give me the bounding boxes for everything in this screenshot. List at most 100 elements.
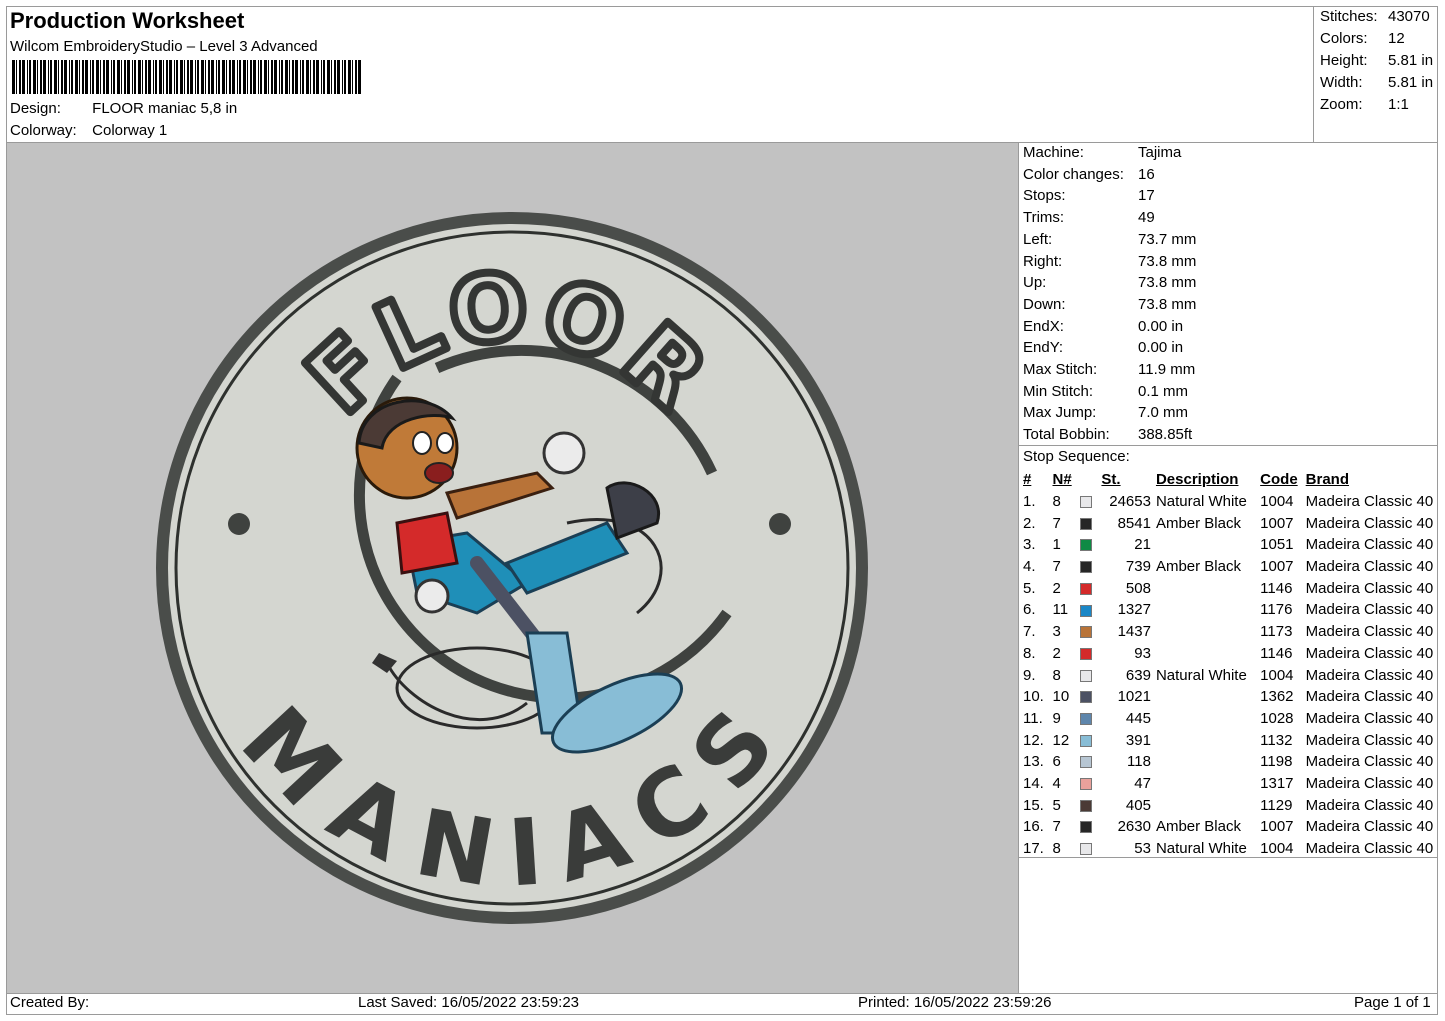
barcode-bar xyxy=(321,60,322,94)
barcode-bar xyxy=(250,60,252,94)
table-row: 9. 8 639 Natural White 1004 Madeira Classic 4… xyxy=(1020,664,1445,686)
machine-info-label: Machine: xyxy=(1023,144,1084,161)
row-swatch xyxy=(1079,838,1101,860)
barcode-bar xyxy=(75,60,78,94)
barcode-bar xyxy=(27,60,28,94)
machine-info-label: Min Stitch: xyxy=(1023,382,1094,400)
column-header-index: # xyxy=(1023,471,1032,489)
barcode-bar xyxy=(124,60,126,94)
barcode-bar xyxy=(229,60,231,94)
barcode-bar xyxy=(264,60,267,94)
row-needle: 8 xyxy=(1052,666,1061,684)
row-code: 1176 xyxy=(1260,601,1293,619)
row-brand: Madeira Classic 40 xyxy=(1305,796,1434,814)
colorway-row: Colorway: Colorway 1 xyxy=(10,122,167,139)
row-swatch xyxy=(1079,816,1101,838)
row-code: 1004 xyxy=(1260,840,1294,858)
color-swatch xyxy=(1079,821,1092,834)
barcode-bar xyxy=(33,60,36,94)
summary-colors: Colors: 12 xyxy=(1320,30,1405,47)
table-row: 8. 2 93 1146 Madeira Classic 40 xyxy=(1020,643,1445,665)
row-swatch xyxy=(1079,577,1101,599)
barcode-bar xyxy=(106,60,109,94)
row-brand: Madeira Classic 40 xyxy=(1305,840,1434,858)
barcode-bar xyxy=(79,60,80,94)
row-description xyxy=(1156,794,1260,816)
row-code: 1198 xyxy=(1260,753,1293,771)
table-row: 3. 1 21 1051 Madeira Classic 40 xyxy=(1020,534,1445,556)
design-value: FLOOR maniac 5,8 in xyxy=(92,100,238,117)
machine-info-label: Left: xyxy=(1023,230,1053,248)
barcode-bar xyxy=(92,60,94,94)
summary-width: Width: 5.81 in xyxy=(1320,74,1434,91)
barcode-bar xyxy=(16,60,17,94)
barcode-bar xyxy=(258,60,259,94)
row-brand: Madeira Classic 40 xyxy=(1305,579,1434,597)
barcode-bar xyxy=(334,60,336,94)
row-needle: 5 xyxy=(1052,796,1061,814)
row-index: 2. xyxy=(1023,514,1036,532)
barcode-bar xyxy=(316,60,319,94)
barcode-bar xyxy=(138,60,141,94)
column-header-description: Description xyxy=(1155,471,1239,489)
row-description: Natural White xyxy=(1155,840,1247,858)
table-row: 12. 12 391 1132 Madeira Classic 40 xyxy=(1020,729,1445,751)
row-stitches: 391 xyxy=(1125,731,1151,749)
machine-info-row: Trims: 49 xyxy=(1023,209,1155,226)
row-index: 5. xyxy=(1023,579,1036,597)
machine-info-row: Up: 73.8 mm xyxy=(1023,274,1196,291)
barcode-bar xyxy=(69,60,70,94)
design-preview: FLOOR MANIACS xyxy=(7,143,1018,993)
row-index: 3. xyxy=(1023,536,1036,554)
footer-printed: Printed: 16/05/2022 23:59:26 xyxy=(858,994,1052,1011)
row-brand: Madeira Classic 40 xyxy=(1305,623,1434,641)
barcode-bar xyxy=(43,60,46,94)
table-row: 16. 7 2630 Amber Black 1007 Madeira Classic 4… xyxy=(1020,816,1445,838)
barcode-bar xyxy=(117,60,120,94)
row-index: 11. xyxy=(1023,709,1043,727)
row-description xyxy=(1156,534,1260,556)
table-row: 5. 2 508 1146 Madeira Classic 40 xyxy=(1020,577,1445,599)
colorway-label: Colorway: xyxy=(10,122,77,139)
table-row: 7. 3 1437 1173 Madeira Classic 40 xyxy=(1020,621,1445,643)
row-needle: 2 xyxy=(1052,644,1061,662)
barcode-bar xyxy=(260,60,262,94)
footer-divider xyxy=(6,993,1438,994)
color-swatch xyxy=(1079,626,1092,639)
row-code: 1173 xyxy=(1260,623,1293,641)
row-stitches: 24653 xyxy=(1109,493,1151,511)
row-description: Amber Black xyxy=(1155,558,1241,576)
barcode-bar xyxy=(111,60,112,94)
machine-info-label: EndX: xyxy=(1023,317,1064,335)
barcode-bar xyxy=(169,60,172,94)
machine-info-label: Down: xyxy=(1023,295,1066,313)
row-swatch xyxy=(1079,773,1101,795)
row-code: 1007 xyxy=(1260,514,1294,532)
row-brand: Madeira Classic 40 xyxy=(1305,774,1434,792)
barcode-bar xyxy=(50,60,52,94)
footer-page-number: Page 1 of 1 xyxy=(1354,994,1431,1011)
row-index: 13. xyxy=(1023,753,1044,771)
barcode-bar xyxy=(195,60,196,94)
summary-zoom: Zoom: 1:1 xyxy=(1320,96,1409,113)
barcode-bar xyxy=(40,60,42,94)
barcode-bar xyxy=(292,60,294,94)
row-stitches: 93 xyxy=(1134,644,1151,662)
row-needle: 1 xyxy=(1052,536,1061,554)
row-index: 14. xyxy=(1023,774,1044,792)
row-code: 1004 xyxy=(1260,493,1294,511)
row-index: 12. xyxy=(1023,731,1044,749)
machine-info-row: Min Stitch: 0.1 mm xyxy=(1023,383,1188,400)
machine-info-row: Max Jump: 7.0 mm xyxy=(1023,404,1188,421)
machine-divider xyxy=(1018,445,1438,446)
row-index: 7. xyxy=(1023,623,1036,641)
stop-sequence-title: Stop Sequence: xyxy=(1023,448,1130,465)
row-description xyxy=(1156,751,1260,773)
barcode-bar xyxy=(61,60,63,94)
barcode-bar xyxy=(155,60,157,94)
color-swatch xyxy=(1079,734,1092,747)
barcode-bar xyxy=(211,60,214,94)
barcode-bar xyxy=(96,60,99,94)
barcode-bar xyxy=(331,60,332,94)
barcode-bar xyxy=(190,60,193,94)
